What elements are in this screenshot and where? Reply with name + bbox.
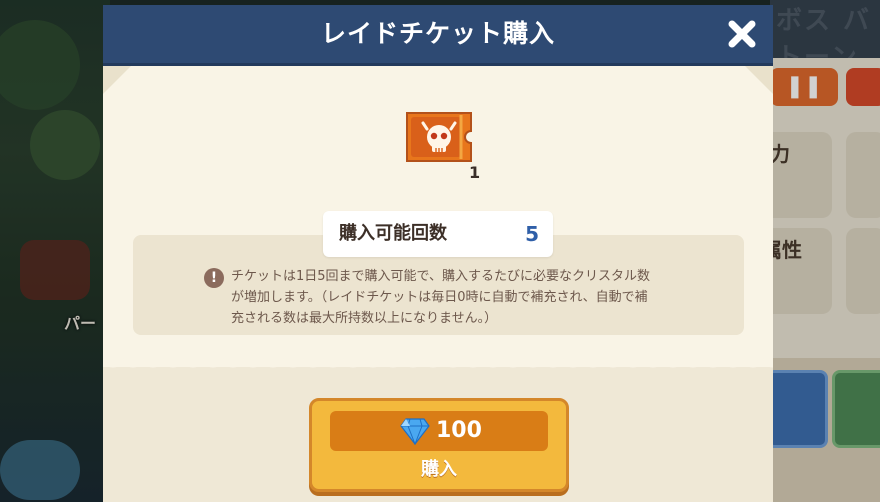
dialog-title: レイドチケット購入 bbox=[320, 19, 555, 48]
purchase-count-label: 購入可能回数 bbox=[339, 223, 447, 244]
purchase-count-chip: 購入可能回数 5 bbox=[323, 211, 553, 257]
purchase-count-value: 5 bbox=[525, 222, 539, 246]
crystal-gem-icon bbox=[400, 418, 430, 445]
close-icon[interactable] bbox=[725, 17, 759, 51]
raid-ticket-skull-icon bbox=[406, 112, 472, 162]
ticket-quantity: 1 bbox=[469, 163, 481, 182]
price-bar: 100 bbox=[330, 411, 548, 451]
price-value: 100 bbox=[436, 418, 482, 443]
buy-button-label: 購入 bbox=[421, 459, 457, 480]
dialog-header: レイドチケット購入 bbox=[103, 5, 773, 66]
scalloped-divider bbox=[103, 358, 773, 378]
buy-button[interactable]: 100 購入 bbox=[309, 398, 569, 492]
notice-text: チケットは1日5回まで購入可能で、購入するたびに必要なクリスタル数が増加します。… bbox=[231, 269, 651, 326]
warning-icon: ! bbox=[204, 268, 224, 288]
raid-ticket-purchase-dialog: レイドチケット購入 1 購入可能回数 5 ! チケットは1日5回まで購入可能で、… bbox=[103, 5, 773, 502]
